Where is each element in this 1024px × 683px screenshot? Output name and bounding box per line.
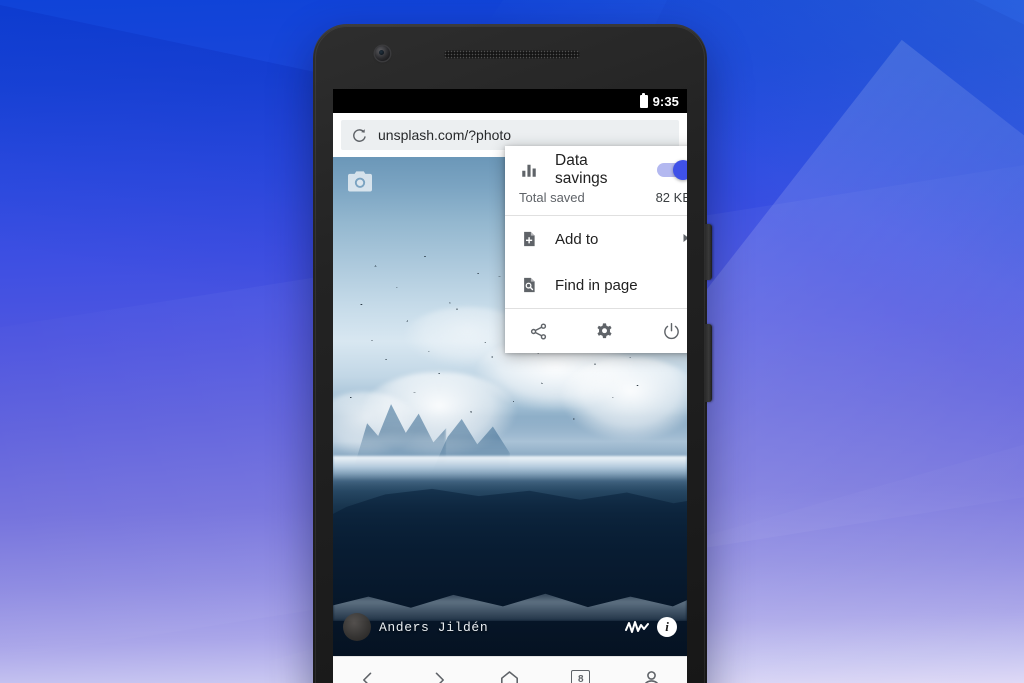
camera-lens-icon	[375, 46, 390, 61]
home-icon	[501, 671, 519, 683]
add-to-label: Add to	[555, 230, 599, 248]
total-saved-row: Total saved 82 KB	[505, 190, 687, 215]
photographer-name[interactable]: Anders Jildén	[379, 620, 617, 635]
power-button[interactable]	[705, 224, 712, 280]
camera-icon[interactable]	[345, 167, 375, 197]
chevron-left-icon	[363, 672, 372, 683]
phone-device: 9:35 unsplash.com/?photo Anders Jildén i…	[313, 24, 712, 683]
screenshot-stage: 9:35 unsplash.com/?photo Anders Jildén i…	[0, 0, 1024, 683]
browser-overflow-menu: Data savings Total saved 82 KB Add to Fi…	[505, 146, 687, 353]
tab-count-badge: 8	[571, 670, 591, 683]
nav-profile-button[interactable]	[628, 660, 676, 683]
toggle-thumb	[673, 160, 687, 180]
chevron-right-icon	[681, 231, 687, 247]
photo-credit-bar: Anders Jildén i	[333, 612, 687, 642]
nav-home-button[interactable]	[486, 660, 534, 683]
nav-forward-button[interactable]	[415, 660, 463, 683]
status-bar: 9:35	[333, 89, 687, 113]
menu-action-row	[505, 309, 687, 353]
nav-tabs-button[interactable]: 8	[557, 660, 605, 683]
battery-icon	[639, 92, 648, 108]
activity-wave-icon[interactable]	[625, 619, 649, 635]
settings-button[interactable]	[583, 309, 627, 353]
power-icon	[664, 322, 679, 339]
nav-back-button[interactable]	[344, 660, 392, 683]
share-button[interactable]	[516, 309, 560, 353]
volume-rocker[interactable]	[705, 324, 712, 402]
menu-item-find-in-page[interactable]: Find in page	[505, 262, 687, 308]
find-in-page-label: Find in page	[555, 276, 638, 294]
status-bar-time: 9:35	[652, 93, 679, 109]
bottom-navigation-bar: 8	[333, 656, 687, 683]
chevron-right-icon	[435, 672, 445, 683]
share-icon	[530, 323, 546, 339]
reload-icon[interactable]	[351, 127, 368, 144]
info-icon[interactable]: i	[657, 617, 677, 637]
add-to-document-icon	[519, 230, 539, 248]
total-saved-label: Total saved	[519, 190, 585, 205]
person-icon	[645, 671, 659, 683]
menu-item-data-savings[interactable]: Data savings	[505, 146, 687, 190]
data-savings-label: Data savings	[555, 152, 608, 187]
data-savings-toggle[interactable]	[657, 160, 687, 180]
menu-item-add-to[interactable]: Add to	[505, 216, 687, 262]
avatar[interactable]	[343, 613, 371, 641]
gear-icon	[597, 322, 613, 338]
phone-screen: 9:35 unsplash.com/?photo Anders Jildén i…	[333, 89, 687, 683]
speaker-grille	[444, 50, 580, 59]
find-in-page-icon	[519, 276, 539, 294]
total-saved-value: 82 KB	[655, 190, 687, 205]
bar-chart-icon	[519, 161, 539, 179]
url-text: unsplash.com/?photo	[378, 127, 512, 143]
exit-button[interactable]	[650, 309, 687, 353]
